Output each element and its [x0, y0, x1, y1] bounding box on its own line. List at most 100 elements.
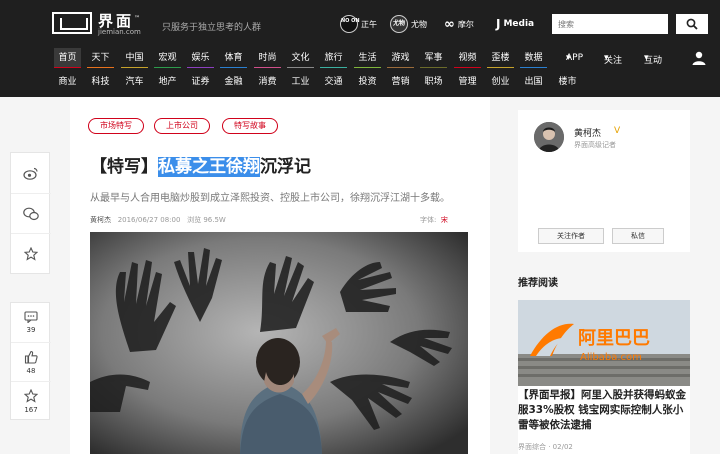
site-header: 界面™ jiemian.com 只服务于独立思考的人群 NO ON 正午 尤物 …	[0, 0, 720, 97]
logo-mark-icon	[52, 12, 92, 34]
article-summary: 从最早与人合用电脑炒股到成立泽熙投资、控股上市公司，徐翔沉浮江湖十多载。	[90, 193, 450, 204]
nav-underline	[220, 67, 247, 68]
tag-listed-company[interactable]: 上市公司	[154, 118, 210, 134]
article-title: 【特写】私募之王徐翔沉浮记	[90, 157, 311, 177]
nav-item[interactable]: 时尚	[254, 48, 281, 68]
nav-item[interactable]: 证券	[187, 72, 214, 92]
nav-item[interactable]: 汽车	[121, 72, 148, 92]
nav-item[interactable]: 体育	[220, 48, 247, 68]
wechat-share-button[interactable]	[11, 193, 51, 233]
jmedia-icon: J	[496, 17, 501, 31]
recommend-image: 阿里巴巴 Alibaba.com	[518, 300, 690, 386]
nav-underline	[287, 67, 314, 68]
partner-youwu[interactable]: 尤物 尤物	[390, 14, 427, 34]
font-option-song[interactable]: 宋	[441, 216, 448, 224]
nav-item[interactable]: 天下	[87, 48, 114, 68]
nav-item[interactable]: 旅行	[320, 48, 347, 68]
nav-underline	[354, 67, 381, 68]
nav-underline	[387, 67, 414, 68]
tag-market-feature[interactable]: 市场特写	[88, 118, 144, 134]
nav-underline	[520, 67, 547, 68]
nav-item-home[interactable]: 首页	[54, 48, 81, 68]
noon-icon: NO ON	[340, 15, 360, 33]
nav-item[interactable]: 楼市	[554, 72, 581, 92]
nav-item[interactable]: 游戏	[387, 48, 414, 68]
nav-item[interactable]: 宏观	[154, 48, 181, 68]
recommend-title[interactable]: 【界面早报】阿里入股并获得蚂蚁金服33%股权 钱宝网实际控制人张小雷等被依法逮捕	[518, 388, 690, 433]
site-logo[interactable]: 界面™ jiemian.com	[52, 10, 148, 36]
recommend-card[interactable]: 阿里巴巴 Alibaba.com 【界面早报】阿里入股并获得蚂蚁金服33%股权 …	[518, 300, 690, 454]
nav-item[interactable]: 消费	[254, 72, 281, 92]
alibaba-logo-text: 阿里巴巴	[578, 328, 650, 349]
nav-underline	[87, 67, 114, 68]
nav-item[interactable]: 金融	[220, 72, 247, 92]
search-icon	[686, 18, 698, 30]
weibo-share-button[interactable]	[11, 153, 51, 193]
share-rail	[10, 152, 51, 274]
avatar-photo	[534, 122, 564, 152]
author-name[interactable]: 黄柯杰	[574, 126, 601, 139]
nav-underline	[154, 67, 181, 68]
nav-underline	[187, 67, 214, 68]
recommend-heading: 推荐阅读	[518, 278, 558, 289]
comment-icon	[24, 311, 38, 323]
user-icon	[692, 51, 706, 65]
like-button[interactable]: 48	[11, 342, 51, 381]
nav-item[interactable]: 商业	[54, 72, 81, 92]
nav-item[interactable]: 投资	[354, 72, 381, 92]
publish-date: 2016/06/27 08:00	[117, 216, 181, 224]
youwu-icon: 尤物	[390, 15, 408, 33]
tag-feature-story[interactable]: 特写故事	[222, 118, 278, 134]
nav-item[interactable]: 娱乐	[187, 48, 214, 68]
nav-item[interactable]: 文化	[287, 48, 314, 68]
logo-domain: jiemian.com	[98, 28, 141, 36]
collect-button[interactable]: 167	[11, 381, 51, 420]
comment-button[interactable]: 39	[11, 303, 51, 342]
partner-jmedia[interactable]: J Media	[496, 14, 534, 34]
recommend-meta: 界面综合 · 02/02	[518, 443, 573, 451]
like-count: 48	[26, 366, 36, 375]
nav-item[interactable]: 中国	[121, 48, 148, 68]
verified-icon: V	[614, 126, 621, 136]
alibaba-building-photo: 阿里巴巴 Alibaba.com	[518, 300, 690, 386]
nav-item[interactable]: 管理	[454, 72, 481, 92]
nav-item[interactable]: 出国	[520, 72, 547, 92]
nav-underline	[54, 67, 81, 68]
author-avatar[interactable]	[534, 122, 564, 152]
moer-icon: ∞	[444, 16, 455, 32]
right-nav: APP ▾ 关注 ▾ 互动 ▾	[566, 50, 716, 68]
author-link[interactable]: 黄柯杰	[90, 216, 111, 224]
avatar-button[interactable]	[688, 50, 710, 66]
nav-item[interactable]: 生活	[354, 48, 381, 68]
chevron-down-icon: ▾	[566, 53, 571, 63]
search-button[interactable]	[676, 14, 708, 34]
nav-item[interactable]: 科技	[87, 72, 114, 92]
nav-item[interactable]: 工业	[287, 72, 314, 92]
search-input[interactable]	[552, 14, 668, 34]
nav-underline	[420, 67, 447, 68]
article-main: 市场特写 上市公司 特写故事 【特写】私募之王徐翔沉浮记 从最早与人合用电脑炒股…	[70, 97, 490, 454]
follow-author-button[interactable]: 关注作者	[538, 228, 604, 244]
star-icon	[24, 388, 38, 403]
partner-noon[interactable]: NO ON 正午	[340, 14, 377, 34]
nav-item[interactable]: 视频	[454, 48, 481, 68]
comment-count: 39	[26, 326, 36, 334]
partner-moer[interactable]: ∞ 摩尔	[444, 14, 474, 34]
nav-item[interactable]: 交通	[320, 72, 347, 92]
nav-item[interactable]: 军事	[420, 48, 447, 68]
nav-item[interactable]: 职场	[420, 72, 447, 92]
star-icon	[24, 246, 38, 261]
chevron-down-icon: ▾	[604, 53, 609, 63]
nav-item[interactable]: 数据	[520, 48, 547, 68]
nav-underline	[121, 67, 148, 68]
hands-shadow-photo	[90, 232, 468, 454]
nav-item[interactable]: 地产	[154, 72, 181, 92]
nav-item[interactable]: 创业	[487, 72, 514, 92]
chevron-down-icon: ▾	[644, 53, 649, 63]
alibaba-logo-en: Alibaba.com	[580, 352, 642, 363]
nav-item[interactable]: 歪楼	[487, 48, 514, 68]
private-message-button[interactable]: 私信	[612, 228, 664, 244]
article-meta: 黄柯杰 2016/06/27 08:00 浏览 96.5W	[90, 215, 226, 225]
nav-item[interactable]: 营销	[387, 72, 414, 92]
favorite-button[interactable]	[11, 233, 51, 273]
